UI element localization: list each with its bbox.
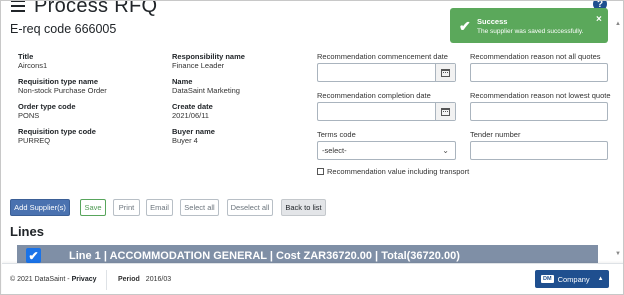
deselect-all-button[interactable]: Deselect all xyxy=(227,199,273,216)
check-icon: ✔ xyxy=(459,18,471,34)
calendar-button[interactable] xyxy=(435,103,455,120)
privacy-link[interactable]: Privacy xyxy=(72,276,97,283)
info-responsibility-name: Responsibility name Finance Leader xyxy=(172,52,245,70)
tender-number-label: Tender number xyxy=(470,130,521,139)
info-value: Buyer 4 xyxy=(172,136,198,145)
period-label: Period xyxy=(118,276,140,283)
info-title: Title Aircons1 xyxy=(18,52,47,70)
print-button[interactable]: Print xyxy=(113,199,140,216)
app-window: Process RFQ E-req code 666005 ? Title Ai… xyxy=(0,0,624,295)
add-supplier-button[interactable]: Add Supplier(s) xyxy=(10,199,70,216)
reason-not-lowest-quote-input[interactable] xyxy=(470,102,608,121)
info-label: Title xyxy=(18,52,34,61)
period-value: 2016/03 xyxy=(145,276,172,283)
back-to-list-button[interactable]: Back to list xyxy=(281,199,326,216)
tender-number-input[interactable] xyxy=(470,141,608,160)
copyright-text: © 2021 DataSaint - xyxy=(10,276,72,283)
completion-date-text[interactable] xyxy=(318,103,435,120)
info-value: DataSaint Marketing xyxy=(172,86,240,95)
info-buyer-name: Buyer name Buyer 4 xyxy=(172,127,215,145)
success-toast: ✔ Success The supplier was saved success… xyxy=(450,8,608,43)
info-value: 2021/06/11 xyxy=(172,111,209,120)
scroll-down-icon[interactable]: ▼ xyxy=(615,251,621,257)
calendar-button[interactable] xyxy=(435,64,455,81)
email-button[interactable]: Email xyxy=(146,199,173,216)
scrollbar[interactable] xyxy=(613,1,623,263)
info-value: PURREQ xyxy=(18,136,51,145)
company-button[interactable]: DM Company ▲ xyxy=(535,270,609,288)
commencement-date-text[interactable] xyxy=(318,64,435,81)
commencement-date-label: Recommendation commencement date xyxy=(317,52,448,61)
info-value: Non-stock Purchase Order xyxy=(18,86,107,95)
info-value: PONS xyxy=(18,111,40,120)
commencement-date-input[interactable] xyxy=(317,63,456,82)
reason-not-lowest-quote-label: Recommendation reason not lowest quote xyxy=(470,91,611,100)
info-label: Buyer name xyxy=(172,127,215,136)
calendar-icon xyxy=(441,107,450,116)
footer: © 2021 DataSaint - Privacy Period 2016/03… xyxy=(2,263,623,294)
save-button[interactable]: Save xyxy=(80,199,106,216)
info-name: Name DataSaint Marketing xyxy=(172,77,240,95)
info-value: Finance Leader xyxy=(172,61,225,70)
ereq-code: E-req code 666005 xyxy=(10,22,117,36)
calendar-icon xyxy=(441,68,450,77)
info-label: Requisition type name xyxy=(18,77,99,86)
select-all-button[interactable]: Select all xyxy=(180,199,219,216)
chevron-down-icon: ⌄ xyxy=(442,146,449,155)
company-label: Company xyxy=(557,274,590,284)
terms-code-select[interactable]: -select- ⌄ xyxy=(317,141,456,160)
page-header: Process RFQ xyxy=(11,0,158,17)
incl-transport-checkbox-row[interactable]: Recommendation value including transport xyxy=(317,167,469,176)
info-requisition-type-name: Requisition type name Non-stock Purchase… xyxy=(18,77,107,95)
company-badge: DM xyxy=(541,275,554,283)
hamburger-icon[interactable] xyxy=(11,1,25,12)
reason-not-all-quotes-input[interactable] xyxy=(470,63,608,82)
info-requisition-type-code: Requisition type code PURREQ xyxy=(18,127,96,145)
scroll-up-icon[interactable]: ▲ xyxy=(615,21,621,27)
info-value: Aircons1 xyxy=(18,61,48,70)
close-icon[interactable]: × xyxy=(596,14,602,25)
terms-code-value: -select- xyxy=(322,146,347,155)
completion-date-input[interactable] xyxy=(317,102,456,121)
completion-date-label: Recommendation completion date xyxy=(317,91,431,100)
incl-transport-label: Recommendation value including transport xyxy=(327,167,470,176)
page-title: Process RFQ xyxy=(34,0,158,17)
reason-not-all-quotes-label: Recommendation reason not all quotes xyxy=(470,52,601,61)
line-checkbox[interactable]: ✔ xyxy=(26,248,41,263)
incl-transport-checkbox[interactable] xyxy=(317,168,324,175)
footer-divider xyxy=(106,270,107,290)
toast-title: Success xyxy=(477,17,508,26)
line-item-label: Line 1 | ACCOMMODATION GENERAL | Cost ZA… xyxy=(69,249,460,262)
caret-up-icon: ▲ xyxy=(597,276,604,282)
info-create-date: Create date 2021/06/11 xyxy=(172,102,213,120)
info-label: Requisition type code xyxy=(18,127,96,136)
copyright: © 2021 DataSaint - Privacy xyxy=(10,276,97,283)
lines-heading: Lines xyxy=(10,224,44,239)
info-label: Order type code xyxy=(18,102,76,111)
terms-code-label: Terms code xyxy=(317,130,356,139)
period: Period 2016/03 xyxy=(118,276,171,283)
info-label: Create date xyxy=(172,102,213,111)
toast-message: The supplier was saved successfully. xyxy=(477,28,584,35)
info-label: Responsibility name xyxy=(172,52,245,61)
info-order-type-code: Order type code PONS xyxy=(18,102,76,120)
info-label: Name xyxy=(172,77,193,86)
